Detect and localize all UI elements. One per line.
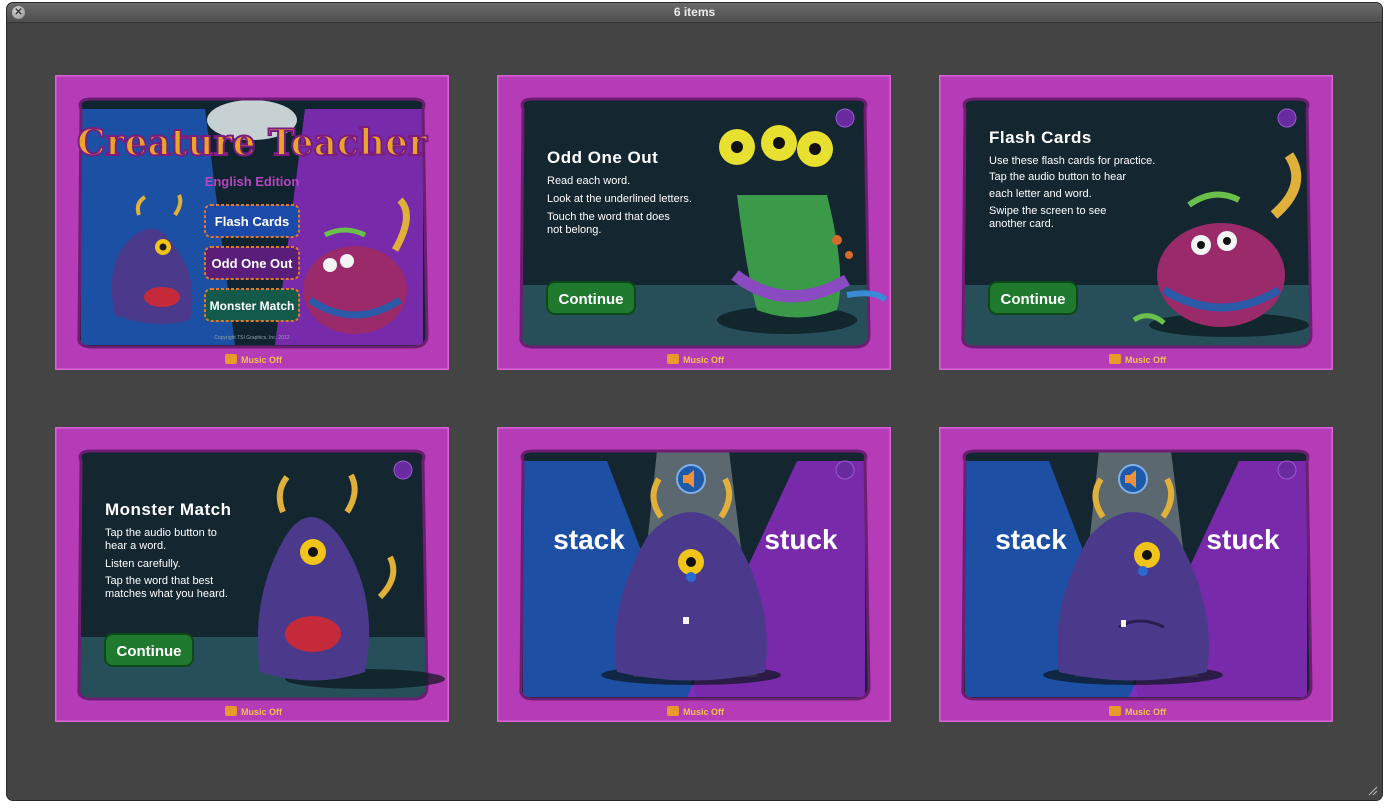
instruction-line: Tap the audio button to [105, 527, 217, 539]
app-subtitle: English Edition [205, 174, 300, 189]
slide-thumbnail-monster-match[interactable]: Monster Match Tap the audio button to he… [55, 427, 449, 722]
music-toggle[interactable]: Music Off [667, 354, 725, 365]
music-toggle[interactable]: Music Off [667, 706, 725, 717]
continue-button[interactable]: Continue [546, 281, 636, 315]
music-off-label: Music Off [1125, 355, 1167, 365]
slide-canvas: stack stuck Music Off [939, 427, 1333, 722]
music-off-label: Music Off [683, 355, 725, 365]
home-icon[interactable] [835, 460, 855, 480]
home-icon[interactable] [1277, 108, 1297, 128]
menu-label-odd-one-out: Odd One Out [212, 256, 294, 271]
instruction-line: matches what you heard. [105, 588, 228, 600]
slide-canvas: Odd One Out Read each word. Look at the … [497, 75, 891, 370]
continue-button[interactable]: Continue [988, 281, 1078, 315]
menu-label-flash-cards: Flash Cards [215, 214, 289, 229]
resize-grip-icon[interactable] [1368, 786, 1378, 796]
music-toggle[interactable]: Music Off [225, 354, 283, 365]
slide-thumbnail-word-choice-1[interactable]: stack stuck Music Off [497, 427, 891, 722]
music-toggle[interactable]: Music Off [1109, 706, 1167, 717]
word-choice-right[interactable]: stuck [764, 524, 838, 555]
instruction-line: Tap the audio button to hear [989, 171, 1126, 183]
music-off-label: Music Off [241, 707, 283, 717]
music-off-label: Music Off [683, 707, 725, 717]
instruction-line: hear a word. [105, 540, 166, 552]
audio-button[interactable] [676, 464, 706, 494]
music-toggle[interactable]: Music Off [1109, 354, 1167, 365]
music-note-icon [1109, 354, 1121, 364]
home-icon[interactable] [1277, 460, 1297, 480]
slide-thumbnail-odd-one-out[interactable]: Odd One Out Read each word. Look at the … [497, 75, 891, 370]
slide-heading: Odd One Out [547, 148, 658, 167]
quicklook-window: ✕ 6 items Creature Teacher English Editi… [7, 3, 1382, 800]
home-icon[interactable] [835, 108, 855, 128]
instruction-line: Use these flash cards for practice. [989, 155, 1155, 167]
copyright-text: Copyright TSI Graphics, Inc. 2012 [214, 335, 289, 341]
slide-thumbnail-flash-cards[interactable]: Flash Cards Use these flash cards for pr… [939, 75, 1333, 370]
music-note-icon [1109, 706, 1121, 716]
word-choice-left[interactable]: stack [995, 524, 1067, 555]
slide-canvas: Monster Match Tap the audio button to he… [55, 427, 449, 722]
instruction-line: Look at the underlined letters. [547, 193, 692, 205]
slide-canvas: Flash Cards Use these flash cards for pr… [939, 75, 1333, 370]
continue-label: Continue [1001, 291, 1066, 308]
continue-label: Continue [559, 291, 624, 308]
music-off-label: Music Off [241, 355, 283, 365]
instruction-line: Read each word. [547, 175, 630, 187]
instruction-line: Listen carefully. [105, 558, 181, 570]
music-note-icon [225, 706, 237, 716]
menu-button-flash-cards[interactable]: Flash Cards [204, 204, 300, 238]
slide-heading: Flash Cards [989, 128, 1092, 147]
window-title: 6 items [673, 5, 716, 19]
word-choice-left[interactable]: stack [553, 524, 625, 555]
music-off-label: Music Off [1125, 707, 1167, 717]
menu-button-monster-match[interactable]: Monster Match [204, 288, 300, 322]
instruction-line: each letter and word. [989, 188, 1092, 200]
music-note-icon [225, 354, 237, 364]
app-title: Creature Teacher [77, 122, 428, 164]
slide-canvas: Creature Teacher English Edition Flash C… [55, 75, 449, 370]
slide-thumbnail-title[interactable]: Creature Teacher English Edition Flash C… [55, 75, 449, 370]
slide-heading: Monster Match [105, 500, 231, 519]
slide-thumbnail-word-choice-2[interactable]: stack stuck Music Off [939, 427, 1333, 722]
audio-button[interactable] [1118, 464, 1148, 494]
continue-label: Continue [117, 643, 182, 660]
instruction-line: Swipe the screen to see [989, 205, 1106, 217]
instruction-line: another card. [989, 218, 1054, 230]
continue-button[interactable]: Continue [104, 633, 194, 667]
music-note-icon [667, 706, 679, 716]
word-choice-right[interactable]: stuck [1206, 524, 1280, 555]
slide-canvas: stack stuck Music Off [497, 427, 891, 722]
music-note-icon [667, 354, 679, 364]
music-toggle[interactable]: Music Off [225, 706, 283, 717]
menu-label-monster-match: Monster Match [210, 299, 295, 313]
instruction-line: Tap the word that best [105, 575, 213, 587]
home-icon[interactable] [393, 460, 413, 480]
title-bar: ✕ 6 items [7, 3, 1382, 23]
menu-button-odd-one-out[interactable]: Odd One Out [204, 246, 300, 280]
instruction-line: not belong. [547, 224, 601, 236]
instruction-line: Touch the word that does [547, 211, 670, 223]
